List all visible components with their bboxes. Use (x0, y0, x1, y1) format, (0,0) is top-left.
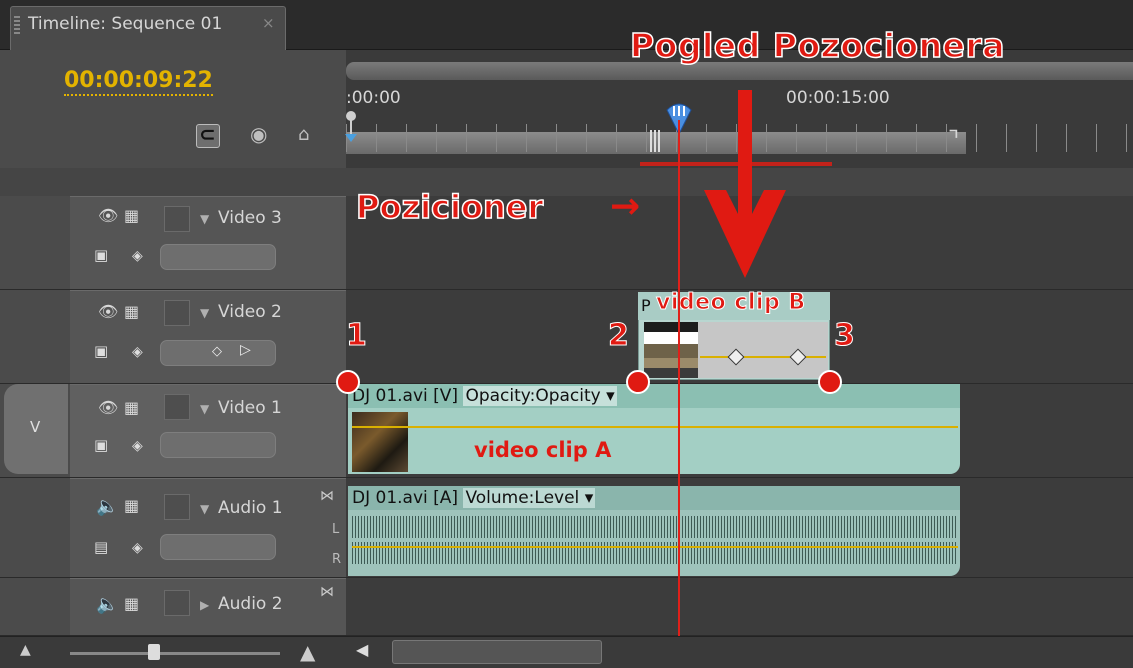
down-arrow-icon (704, 90, 786, 278)
snap-icon: ⊂ (199, 122, 216, 146)
work-area-handle[interactable] (650, 130, 662, 152)
playhead-annotation: Pozicioner (355, 187, 544, 227)
keyframe-nav[interactable] (160, 432, 276, 458)
target-column (0, 578, 70, 636)
lock-box[interactable] (164, 494, 190, 520)
channel-right-label: R (332, 552, 342, 567)
chevron-down-icon: ▾ (584, 488, 594, 508)
clip-body (698, 322, 828, 378)
keyframe-nav[interactable] (160, 244, 276, 270)
filmstrip-icon[interactable]: ▦ (124, 594, 139, 613)
lock-box[interactable] (164, 206, 190, 232)
point-1-marker (336, 370, 360, 394)
track-name: Video 1 (218, 398, 282, 418)
filmstrip-icon[interactable]: ▦ (124, 398, 139, 417)
clip-a-annotation: video clip A (474, 438, 612, 462)
marker-icon[interactable]: ◉ (250, 122, 267, 146)
ruler-mark-label: 00:00:15:00 (786, 88, 890, 108)
collapse-icon[interactable]: ▼ (200, 402, 209, 416)
keyframe-icon[interactable]: ◈ (132, 438, 143, 454)
current-timecode[interactable]: 00:00:09:22 (64, 68, 213, 96)
display-style-icon[interactable]: ▣ (94, 342, 108, 360)
header-gap (0, 168, 1133, 196)
channel-left-label: L (332, 522, 340, 537)
add-keyframe-icon[interactable]: ◇ (212, 344, 222, 359)
clip-filename: DJ 01.avi [A] (352, 488, 459, 508)
track-name: Video 3 (218, 208, 282, 228)
track-header-audio-1[interactable] (70, 478, 346, 578)
point-3-marker (818, 370, 842, 394)
keyframe-icon[interactable]: ◈ (132, 540, 143, 556)
clip-filename: DJ 01.avi [V] (352, 386, 459, 406)
track-name: Audio 1 (218, 498, 283, 518)
point-3-label: 3 (834, 318, 856, 354)
waveform-left (352, 516, 958, 538)
point-2-label: 2 (608, 318, 630, 354)
sync-lock-icon[interactable]: ⋈ (320, 584, 334, 600)
keyframe-nav[interactable] (160, 534, 276, 560)
zoom-in-icon[interactable]: ▲ (300, 640, 315, 664)
next-keyframe-icon[interactable]: ▷ (240, 342, 251, 358)
effect-label: Opacity:Opacity (465, 386, 601, 406)
clip-name: DJ 01.avi [A] Volume:Level ▾ (352, 488, 596, 508)
clip-thumbnail (644, 322, 698, 378)
effect-selector[interactable]: Opacity:Opacity ▾ (463, 386, 617, 406)
video-target-label: V (30, 418, 41, 436)
clip-thumbnail (352, 412, 408, 472)
sync-lock-icon[interactable]: ⋈ (320, 488, 334, 504)
display-style-icon[interactable]: ▣ (94, 436, 108, 454)
opacity-rubberband[interactable] (700, 356, 826, 358)
filmstrip-icon[interactable]: ▦ (124, 496, 139, 515)
playhead-line (678, 120, 680, 636)
lock-box[interactable] (164, 394, 190, 420)
tab-title: Timeline: Sequence 01 (28, 14, 223, 34)
keyframe-icon[interactable]: ◈ (132, 248, 143, 264)
point-2-marker (626, 370, 650, 394)
zoom-out-icon[interactable]: ▲ (20, 642, 31, 658)
in-point-icon[interactable] (344, 110, 358, 144)
speaker-icon[interactable]: 🔈 (96, 594, 118, 615)
right-arrow-icon: → (610, 186, 641, 227)
opacity-rubberband[interactable] (352, 426, 958, 428)
filmstrip-icon[interactable]: ▦ (124, 206, 139, 225)
effect-label: Volume:Level (465, 488, 580, 508)
filmstrip-icon[interactable]: ▦ (124, 302, 139, 321)
clip-name-fragment: P (641, 296, 651, 315)
track-name: Audio 2 (218, 594, 283, 614)
track-audio-2[interactable] (346, 578, 1133, 636)
zoom-slider[interactable] (70, 652, 280, 655)
zoom-slider-thumb[interactable] (148, 644, 160, 660)
volume-rubberband[interactable] (352, 546, 958, 548)
display-style-icon[interactable]: ▣ (94, 246, 108, 264)
view-title-annotation: Pogled Pozocionera (629, 25, 1005, 66)
expand-icon[interactable]: ▶ (200, 598, 209, 612)
point-1-label: 1 (346, 318, 368, 354)
speaker-icon[interactable]: 🔈 (96, 496, 118, 517)
home-icon[interactable]: ⌂ (298, 124, 309, 145)
horizontal-scrollbar[interactable] (392, 640, 602, 664)
clip-name: DJ 01.avi [V] Opacity:Opacity ▾ (352, 386, 617, 406)
out-point-icon[interactable]: ⌝ (948, 126, 959, 154)
tab-grip-icon[interactable] (14, 16, 20, 36)
waveform-display-icon[interactable]: ▤ (94, 538, 108, 556)
ruler-start-label: :00:00 (346, 88, 401, 108)
keyframe-icon[interactable]: ◈ (132, 344, 143, 360)
collapse-icon[interactable]: ▼ (200, 306, 209, 320)
lock-box[interactable] (164, 300, 190, 326)
collapse-icon[interactable]: ▼ (200, 212, 209, 226)
target-column (0, 196, 70, 290)
track-name: Video 2 (218, 302, 282, 322)
target-column (0, 478, 70, 578)
collapse-icon[interactable]: ▼ (200, 502, 209, 516)
eye-icon[interactable]: 👁 (98, 206, 118, 225)
eye-icon[interactable]: 👁 (98, 398, 118, 417)
close-icon[interactable]: × (262, 14, 275, 32)
target-column (0, 290, 70, 384)
scroll-left-icon[interactable]: ◀ (356, 640, 368, 659)
effect-selector[interactable]: Volume:Level ▾ (463, 488, 596, 508)
lock-box[interactable] (164, 590, 190, 616)
chevron-down-icon: ▾ (606, 386, 615, 406)
eye-icon[interactable]: 👁 (98, 302, 118, 321)
